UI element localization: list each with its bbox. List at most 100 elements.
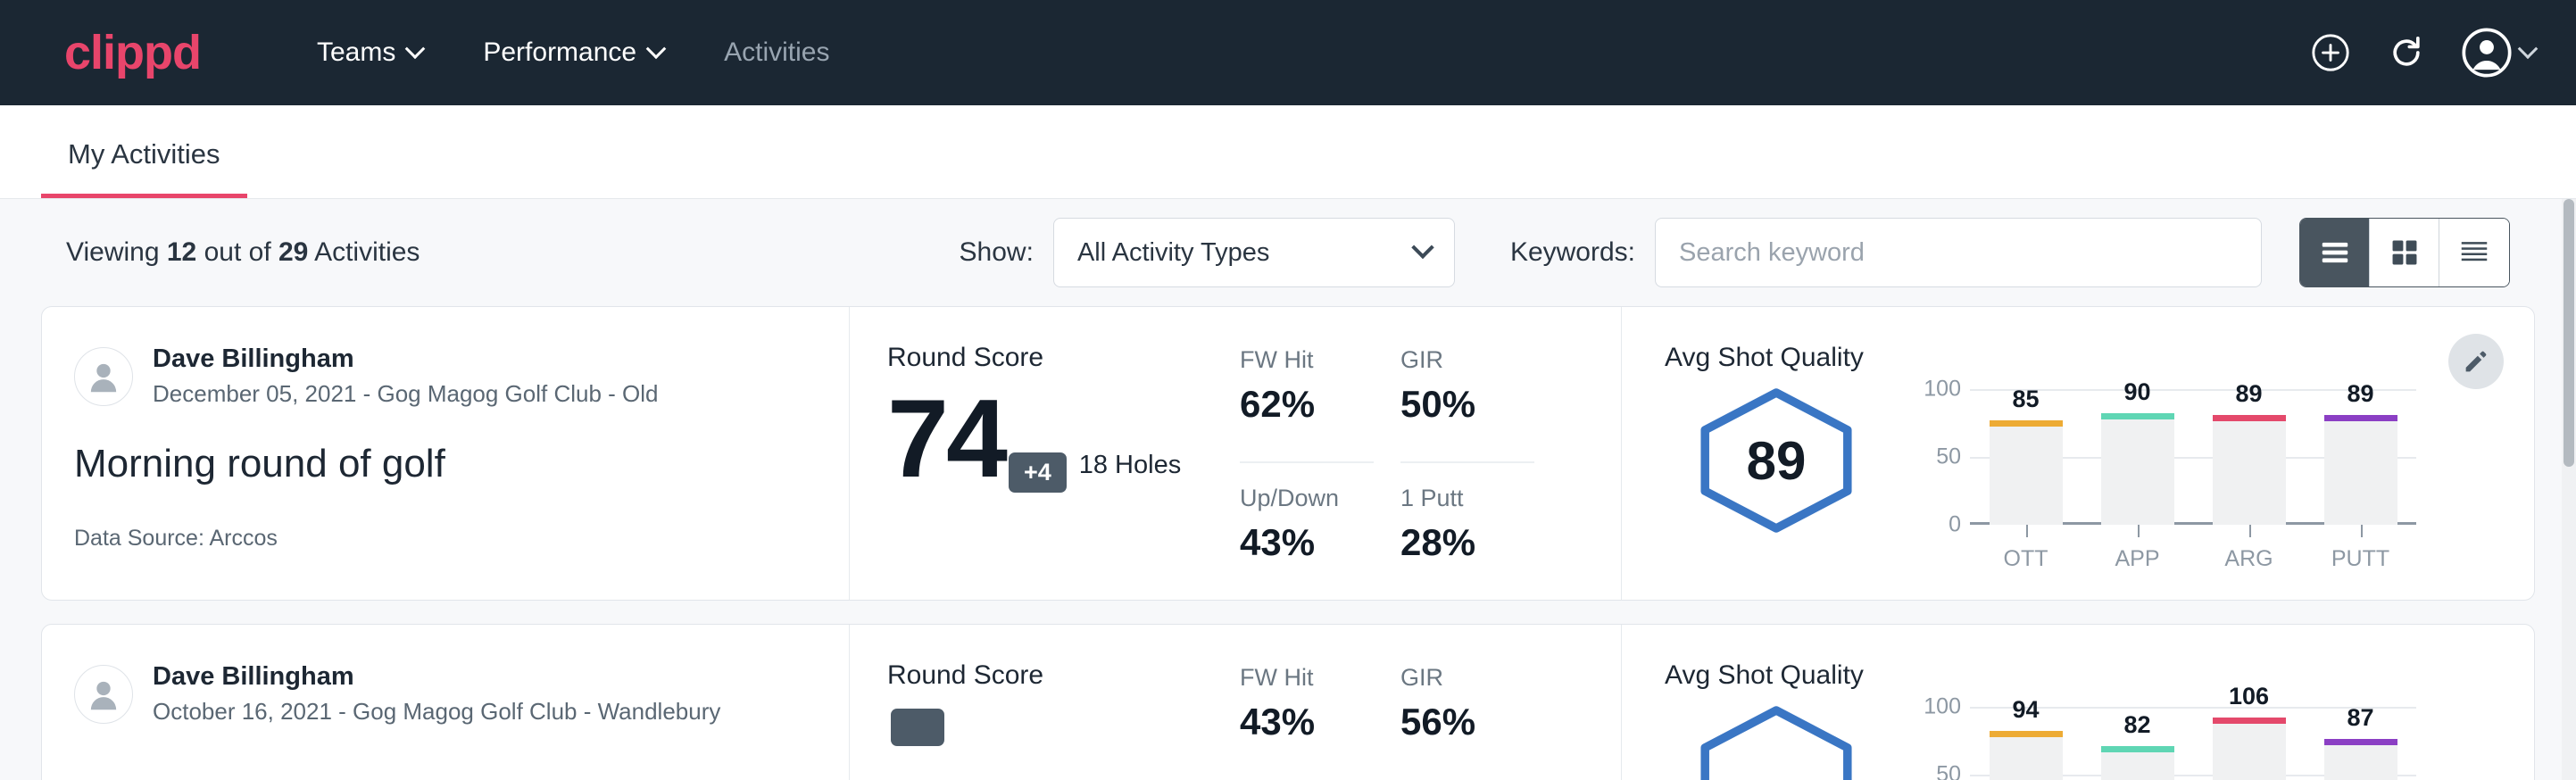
page-scrollbar[interactable] — [2562, 199, 2576, 780]
tab-my-activities[interactable]: My Activities — [41, 138, 247, 198]
round-stats: FW Hit 62% GIR 50% Up/Down 43% 1 Putt 28… — [1240, 343, 1534, 600]
bar-value-ott: 85 — [1990, 386, 2063, 413]
add-button[interactable] — [2310, 32, 2351, 73]
avg-shot-quality-panel: Avg Shot Quality 89 100 50 — [1622, 307, 2534, 600]
view-mode-compact-button[interactable] — [2439, 219, 2509, 286]
avg-shot-quality-panel: Avg Shot Quality 100 50 — [1622, 625, 2534, 780]
stat-fw-hit-value: 62% — [1240, 383, 1374, 426]
round-score-row: 74 +4 18 Holes — [887, 387, 1240, 493]
y-tick-100: 100 — [1924, 377, 1961, 402]
main-content: Viewing 12 out of 29 Activities Show: Al… — [0, 199, 2576, 780]
bar-cap-arg — [2213, 415, 2286, 421]
round-score-panel: Round Score 74 +4 18 Holes FW Hit 62% GI… — [850, 307, 1622, 600]
activity-card[interactable]: Dave Billingham December 05, 2021 - Gog … — [41, 306, 2535, 601]
compact-view-icon — [2457, 236, 2491, 270]
stat-gir: GIR 50% — [1400, 346, 1534, 463]
bar-cap-arg — [2213, 718, 2286, 724]
stat-up-down-label: Up/Down — [1240, 485, 1374, 512]
show-label: Show: — [960, 237, 1034, 268]
stat-fw-hit: FW Hit 62% — [1240, 346, 1374, 463]
stat-one-putt-value: 28% — [1400, 521, 1534, 564]
stat-one-putt-label: 1 Putt — [1400, 485, 1534, 512]
grid-view-icon — [2388, 236, 2422, 270]
plus-circle-icon — [2310, 32, 2351, 73]
nav-item-performance[interactable]: Performance — [453, 29, 694, 77]
tab-my-activities-label: My Activities — [68, 138, 220, 170]
avg-shot-quality-body: 100 50 0 94 — [1665, 698, 2534, 780]
view-mode-grid-button[interactable] — [2370, 219, 2439, 286]
activity-meta: December 05, 2021 - Gog Magog Golf Club … — [153, 378, 659, 410]
x-tick-arg: ARG — [2213, 525, 2286, 572]
bar-value-putt: 89 — [2324, 380, 2397, 408]
avg-shot-quality-label: Avg Shot Quality — [1665, 343, 2534, 373]
viewing-total: 29 — [278, 237, 308, 267]
bar-value-arg: 89 — [2213, 380, 2286, 408]
x-tick-app: APP — [2101, 525, 2174, 572]
score-to-par-badge: +4 — [1009, 452, 1067, 493]
main-nav: Teams Performance Activities — [287, 29, 860, 77]
stat-one-putt: 1 Putt 28% — [1400, 485, 1534, 600]
pencil-icon — [2462, 347, 2490, 376]
account-avatar-icon — [2462, 28, 2512, 78]
chart-bar-arg: 106 — [2213, 707, 2286, 780]
activity-type-select[interactable]: All Activity Types — [1053, 218, 1455, 287]
scrollbar-thumb[interactable] — [2564, 199, 2574, 467]
avg-shot-quality-hex: 89 — [1665, 380, 1888, 535]
tab-bar: My Activities — [0, 105, 2576, 199]
bar-cap-app — [2101, 413, 2174, 419]
stat-fw-hit-label: FW Hit — [1240, 346, 1374, 374]
activity-meta: October 16, 2021 - Gog Magog Golf Club -… — [153, 696, 720, 727]
bar-cap-putt — [2324, 415, 2397, 421]
stat-fw-hit-label: FW Hit — [1240, 664, 1374, 692]
nav-item-activities-label: Activities — [724, 37, 829, 68]
chevron-down-icon — [1411, 236, 1433, 259]
search-input[interactable] — [1655, 218, 2262, 287]
chart-bar-app: 90 — [2101, 389, 2174, 525]
shot-quality-chart: 100 50 0 94 — [1904, 698, 2416, 780]
nav-item-teams[interactable]: Teams — [287, 29, 453, 77]
nav-item-performance-label: Performance — [483, 37, 636, 68]
round-score-row — [887, 705, 1240, 746]
chart-y-axis: 100 50 0 — [1904, 389, 1961, 525]
chart-bar-arg: 89 — [2213, 389, 2286, 525]
avg-shot-quality-value — [1691, 703, 1861, 780]
edit-activity-button[interactable] — [2448, 334, 2504, 389]
bar-cap-ott — [1990, 420, 2063, 427]
chart-bar-app: 82 — [2101, 707, 2174, 780]
activity-card[interactable]: Dave Billingham October 16, 2021 - Gog M… — [41, 624, 2535, 780]
viewing-suffix: Activities — [314, 237, 420, 267]
y-tick-0: 0 — [1949, 512, 1961, 538]
refresh-button[interactable] — [2387, 33, 2426, 72]
player-name: Dave Billingham — [153, 660, 720, 693]
account-menu-button[interactable] — [2462, 28, 2535, 78]
top-navbar: clippd Teams Performance Activities — [0, 0, 2576, 105]
bar-value-ott: 94 — [1990, 696, 2063, 724]
holes-played: 18 Holes — [1079, 451, 1181, 493]
activity-data-source: Data Source: Arccos — [74, 526, 849, 552]
round-score-block: Round Score 74 +4 18 Holes — [887, 343, 1240, 600]
refresh-icon — [2387, 33, 2426, 72]
chart-bar-putt: 89 — [2324, 389, 2397, 525]
avatar — [74, 665, 133, 724]
round-score-panel: Round Score FW Hit 43% GIR 56% — [850, 625, 1622, 780]
filter-bar: Viewing 12 out of 29 Activities Show: Al… — [41, 199, 2535, 306]
round-score-label: Round Score — [887, 343, 1240, 373]
shot-quality-chart: 100 50 0 85 — [1904, 380, 2416, 572]
navbar-actions — [2310, 28, 2535, 78]
round-stats: FW Hit 43% GIR 56% — [1240, 660, 1534, 780]
x-tick-ott: OTT — [1990, 525, 2063, 572]
list-view-icon — [2318, 236, 2352, 270]
stat-gir-label: GIR — [1400, 664, 1534, 692]
bar-value-app: 82 — [2101, 711, 2174, 739]
viewing-summary: Viewing 12 out of 29 Activities — [66, 237, 420, 268]
chart-bar-ott: 85 — [1990, 389, 2063, 525]
y-tick-50: 50 — [1936, 762, 1961, 780]
avatar — [74, 347, 133, 406]
bar-value-arg: 106 — [2213, 683, 2286, 710]
view-mode-list-button[interactable] — [2300, 219, 2370, 286]
score-to-par-badge — [891, 709, 944, 746]
app-logo[interactable]: clippd — [64, 29, 201, 77]
bar-value-putt: 87 — [2324, 704, 2397, 732]
nav-item-activities[interactable]: Activities — [694, 29, 860, 77]
stat-fw-hit-value: 43% — [1240, 701, 1374, 743]
